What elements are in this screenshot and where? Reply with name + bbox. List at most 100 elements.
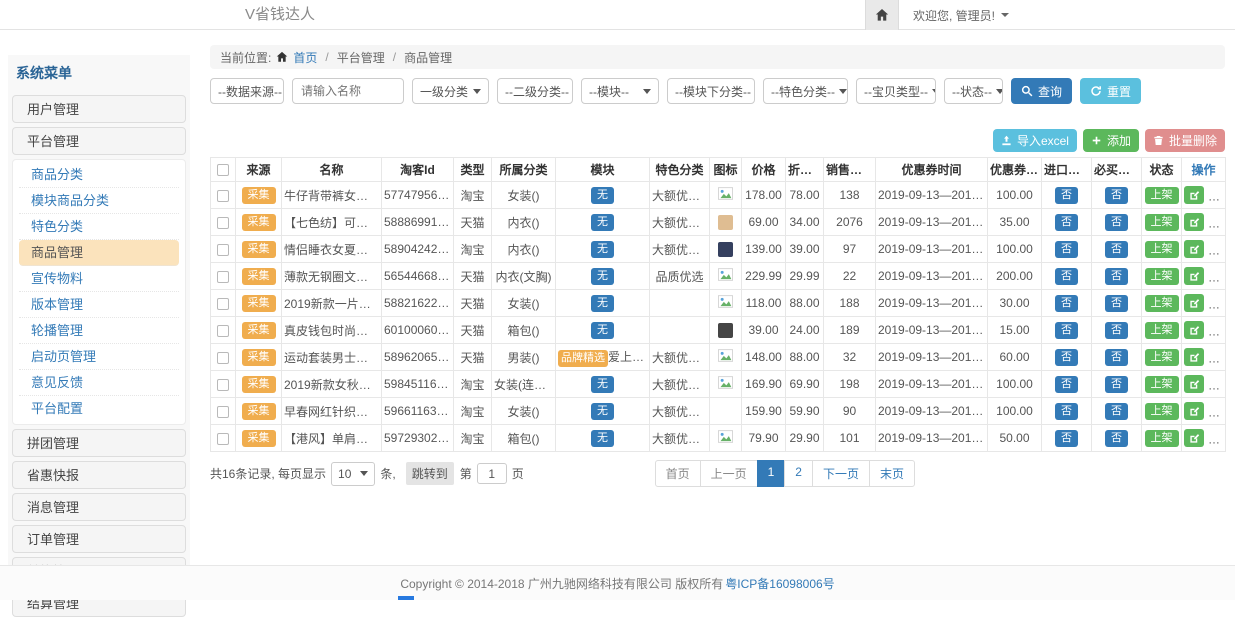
row-checkbox[interactable] (217, 433, 229, 445)
filter-select[interactable]: --二级分类-- (497, 78, 573, 104)
sidebar-item[interactable]: 意见反馈 (19, 370, 179, 396)
row-checkbox[interactable] (217, 271, 229, 283)
breadcrumb-home-link[interactable]: 首页 (293, 49, 317, 66)
import-select-badge[interactable]: 否 (1055, 241, 1078, 258)
pager-page-button[interactable]: 1 (757, 460, 786, 487)
reset-button[interactable]: 重置 (1080, 78, 1141, 104)
sidebar-section-header[interactable]: 用户管理 (12, 95, 186, 123)
sidebar-item[interactable]: 特色分类 (19, 214, 179, 240)
must-buy-badge[interactable]: 否 (1105, 214, 1128, 231)
status-badge[interactable]: 上架 (1145, 268, 1179, 285)
per-page-select[interactable]: 10 (331, 462, 375, 486)
filter-select[interactable]: --宝贝类型-- (856, 78, 936, 104)
import-excel-button[interactable]: 导入excel (993, 129, 1077, 152)
filter-select[interactable]: --特色分类-- (763, 78, 848, 104)
row-checkbox[interactable] (217, 217, 229, 229)
status-badge[interactable]: 上架 (1145, 187, 1179, 204)
edit-button[interactable] (1184, 294, 1204, 312)
edit-button[interactable] (1184, 429, 1204, 447)
status-badge[interactable]: 上架 (1145, 376, 1179, 393)
edit-button[interactable] (1184, 402, 1204, 420)
must-buy-badge[interactable]: 否 (1105, 430, 1128, 447)
column-header: 类型 (454, 158, 492, 182)
search-button[interactable]: 查询 (1011, 78, 1072, 104)
sidebar-section-header[interactable]: 拼团管理 (12, 429, 186, 457)
sidebar-item[interactable]: 商品分类 (19, 162, 179, 188)
row-checkbox[interactable] (217, 190, 229, 202)
home-button[interactable] (865, 0, 899, 30)
row-checkbox[interactable] (217, 325, 229, 337)
filter-select[interactable]: 一级分类 (412, 78, 489, 104)
row-checkbox[interactable] (217, 352, 229, 364)
row-checkbox[interactable] (217, 298, 229, 310)
coupon-amount-cell: 100.00 (988, 398, 1042, 425)
edit-button[interactable] (1184, 267, 1204, 285)
status-badge[interactable]: 上架 (1145, 403, 1179, 420)
filter-select[interactable]: --数据来源-- (210, 78, 284, 104)
status-badge[interactable]: 上架 (1145, 295, 1179, 312)
edit-button[interactable] (1184, 348, 1204, 366)
sidebar-item[interactable]: 版本管理 (19, 292, 179, 318)
sidebar-item[interactable]: 宣传物料 (19, 266, 179, 292)
filter-select[interactable]: --模块-- (581, 78, 659, 104)
add-button[interactable]: 添加 (1083, 129, 1139, 152)
pager-last-button[interactable]: 末页 (869, 460, 915, 487)
icp-link[interactable]: 粤ICP备16098006号 (725, 575, 834, 592)
must-buy-badge[interactable]: 否 (1105, 241, 1128, 258)
must-buy-badge[interactable]: 否 (1105, 376, 1128, 393)
status-badge[interactable]: 上架 (1145, 241, 1179, 258)
status-badge[interactable]: 上架 (1145, 430, 1179, 447)
import-select-badge[interactable]: 否 (1055, 295, 1078, 312)
sidebar-item[interactable]: 启动页管理 (19, 344, 179, 370)
status-badge[interactable]: 上架 (1145, 349, 1179, 366)
must-buy-badge[interactable]: 否 (1105, 349, 1128, 366)
table-header-row: 来源名称淘客Id类型所属分类模块特色分类图标价格折后价销售数量优惠券时间优惠券金… (211, 158, 1226, 182)
pager-next-button[interactable]: 下一页 (812, 460, 870, 487)
jump-page-input[interactable] (477, 463, 507, 484)
pager-prev-button[interactable]: 上一页 (700, 460, 758, 487)
import-select-badge[interactable]: 否 (1055, 376, 1078, 393)
feature-cell: 大额优惠券 (650, 344, 710, 371)
status-badge[interactable]: 上架 (1145, 214, 1179, 231)
filter-select[interactable]: --模块下分类-- (667, 78, 755, 104)
row-checkbox[interactable] (217, 244, 229, 256)
must-buy-badge[interactable]: 否 (1105, 187, 1128, 204)
row-checkbox[interactable] (217, 379, 229, 391)
sidebar-item[interactable]: 轮播管理 (19, 318, 179, 344)
import-select-badge[interactable]: 否 (1055, 214, 1078, 231)
must-buy-badge[interactable]: 否 (1105, 403, 1128, 420)
import-select-badge[interactable]: 否 (1055, 322, 1078, 339)
sidebar-item[interactable]: 平台配置 (19, 396, 179, 422)
import-select-badge[interactable]: 否 (1055, 187, 1078, 204)
import-select-badge[interactable]: 否 (1055, 403, 1078, 420)
import-select-badge[interactable]: 否 (1055, 268, 1078, 285)
edit-button[interactable] (1184, 186, 1204, 204)
jump-button[interactable]: 跳转到 (406, 462, 454, 485)
must-buy-badge[interactable]: 否 (1105, 295, 1128, 312)
user-menu[interactable]: 欢迎您, 管理员! (913, 7, 1009, 24)
edit-button[interactable] (1184, 213, 1204, 231)
edit-button[interactable] (1184, 240, 1204, 258)
pager-first-button[interactable]: 首页 (655, 460, 701, 487)
edit-button[interactable] (1184, 375, 1204, 393)
import-select-badge[interactable]: 否 (1055, 349, 1078, 366)
filter-select[interactable]: --状态-- (944, 78, 1003, 104)
import-select-badge[interactable]: 否 (1055, 430, 1078, 447)
pager-page-button[interactable]: 2 (784, 460, 813, 487)
sidebar-section-header[interactable]: 消息管理 (12, 493, 186, 521)
name-search-input[interactable] (292, 78, 404, 104)
sidebar-section-header[interactable]: 省惠快报 (12, 461, 186, 489)
must-buy-badge[interactable]: 否 (1105, 322, 1128, 339)
edit-button[interactable] (1184, 321, 1204, 339)
sidebar-section-header[interactable]: 订单管理 (12, 525, 186, 553)
must-buy-badge[interactable]: 否 (1105, 268, 1128, 285)
sidebar-section-header[interactable]: 平台管理 (12, 127, 186, 155)
batch-delete-button[interactable]: 批量删除 (1145, 129, 1225, 152)
status-badge[interactable]: 上架 (1145, 322, 1179, 339)
sidebar-item[interactable]: 商品管理 (19, 240, 179, 266)
select-all-checkbox[interactable] (217, 164, 229, 176)
name-cell: 【港风】单肩斜跨链条... (282, 425, 382, 452)
sidebar-item[interactable]: 模块商品分类 (19, 188, 179, 214)
name-cell: 2019新款女秋薄款... (282, 371, 382, 398)
row-checkbox[interactable] (217, 406, 229, 418)
